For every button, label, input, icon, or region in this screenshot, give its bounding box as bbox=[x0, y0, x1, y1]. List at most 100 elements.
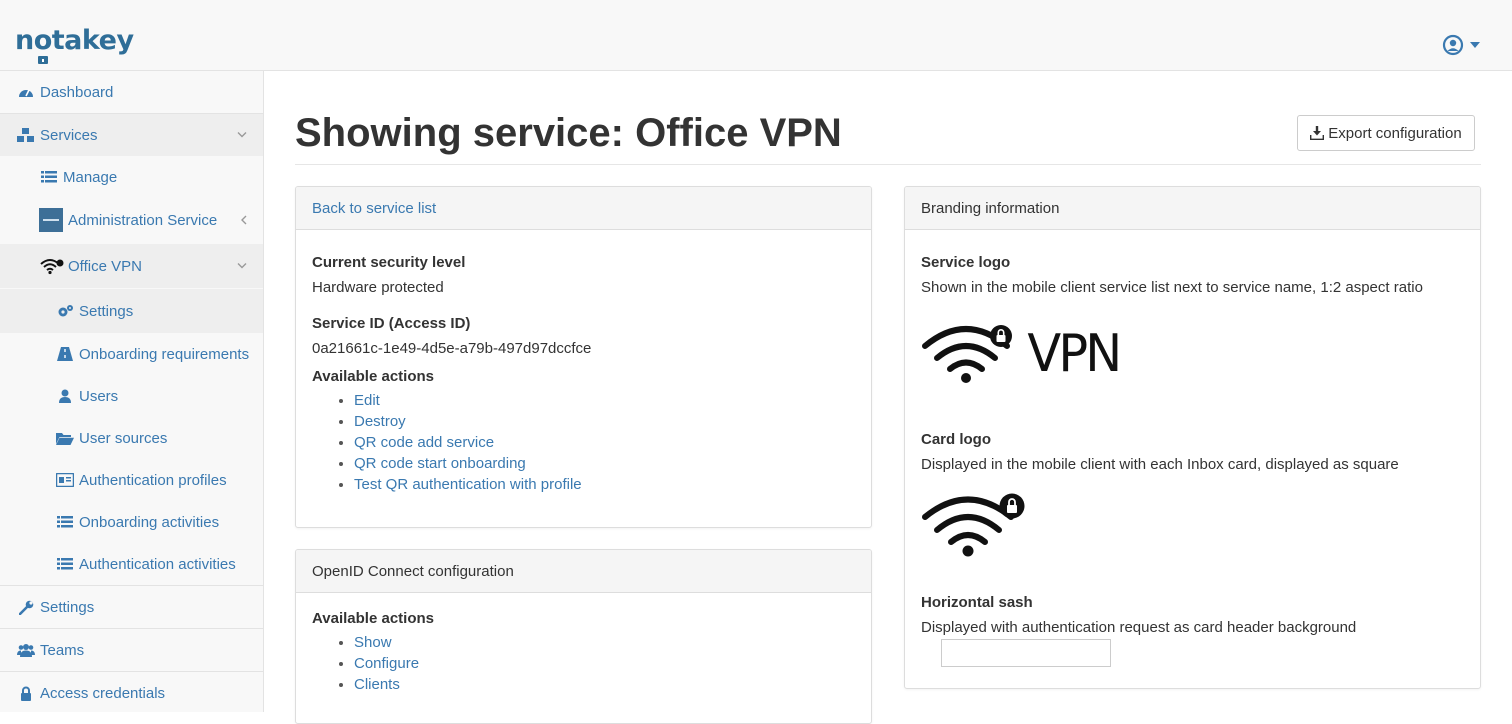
sidebar-item-office-vpn[interactable]: Office VPN bbox=[0, 244, 263, 288]
card-logo-description: Displayed in the mobile client with each… bbox=[921, 456, 1399, 473]
sidebar-label-authentication-activities: Authentication activities bbox=[79, 555, 236, 573]
sidebar-label-service-settings: Settings bbox=[79, 302, 134, 320]
admin-service-logo-icon bbox=[39, 208, 63, 232]
security-level-label: Current security level bbox=[312, 254, 466, 271]
sidebar-item-services[interactable]: Services bbox=[0, 114, 263, 156]
service-logo-description: Shown in the mobile client service list … bbox=[921, 279, 1423, 296]
sidebar-item-manage[interactable]: Manage bbox=[0, 156, 263, 198]
list-item: Show bbox=[354, 632, 855, 653]
sidebar-item-settings[interactable]: Settings bbox=[0, 586, 263, 628]
user-icon bbox=[56, 387, 74, 405]
openid-connect-panel: OpenID Connect configuration Available a… bbox=[295, 549, 872, 724]
list-item: QR code add service bbox=[354, 432, 855, 453]
configure-link[interactable]: Configure bbox=[354, 655, 419, 672]
list-icon bbox=[56, 513, 74, 531]
download-icon bbox=[1310, 126, 1325, 140]
branding-information-panel: Branding information Service logo Shown … bbox=[904, 186, 1481, 689]
chevron-left-icon bbox=[241, 215, 247, 225]
service-details-panel: Back to service list Current security le… bbox=[295, 186, 872, 528]
sidebar-item-service-settings[interactable]: Settings bbox=[0, 289, 263, 333]
available-actions-label: Available actions bbox=[312, 368, 434, 385]
dashboard-icon bbox=[17, 83, 35, 101]
sidebar-label-settings: Settings bbox=[40, 598, 95, 616]
edit-link[interactable]: Edit bbox=[354, 392, 380, 409]
user-menu[interactable] bbox=[1442, 34, 1481, 56]
horizontal-sash-description: Displayed with authentication request as… bbox=[921, 619, 1357, 636]
cubes-icon bbox=[17, 126, 35, 144]
card-logo-image bbox=[921, 492, 1464, 562]
sidebar-label-onboarding-activities: Onboarding activities bbox=[79, 513, 220, 531]
list-icon bbox=[56, 555, 74, 573]
panel-heading: Branding information bbox=[905, 187, 1480, 230]
back-to-service-list-link[interactable]: Back to service list bbox=[312, 200, 436, 217]
service-logo-image: VPN bbox=[921, 314, 1464, 394]
sidebar-label-dashboard: Dashboard bbox=[40, 83, 114, 101]
wifi-lock-icon bbox=[922, 493, 1025, 557]
sidebar-label-users: Users bbox=[79, 387, 119, 405]
list-item: Destroy bbox=[354, 411, 855, 432]
export-button-label: Export configuration bbox=[1328, 124, 1462, 142]
destroy-link[interactable]: Destroy bbox=[354, 413, 406, 430]
top-navbar: notakey bbox=[0, 0, 1512, 71]
folder-open-icon bbox=[56, 429, 74, 447]
sidebar-label-authentication-profiles: Authentication profiles bbox=[79, 471, 227, 489]
brand-name: notakey bbox=[15, 25, 134, 56]
qr-add-service-link[interactable]: QR code add service bbox=[354, 434, 494, 451]
show-link[interactable]: Show bbox=[354, 634, 392, 651]
qr-start-onboarding-link[interactable]: QR code start onboarding bbox=[354, 455, 526, 472]
page-title: Showing service: Office VPN bbox=[295, 111, 842, 155]
sidebar-item-teams[interactable]: Teams bbox=[0, 629, 263, 671]
list-item: QR code start onboarding bbox=[354, 453, 855, 474]
sidebar-item-authentication-profiles[interactable]: Authentication profiles bbox=[0, 459, 263, 501]
sidebar-label-user-sources: User sources bbox=[79, 429, 168, 447]
wrench-icon bbox=[17, 598, 35, 616]
sidebar-item-onboarding-activities[interactable]: Onboarding activities bbox=[0, 501, 263, 543]
panel-heading: OpenID Connect configuration bbox=[296, 550, 871, 593]
user-circle-icon bbox=[1442, 34, 1464, 56]
clients-link[interactable]: Clients bbox=[354, 676, 400, 693]
road-icon bbox=[56, 345, 74, 363]
lock-icon bbox=[17, 684, 35, 702]
sidebar-label-office-vpn: Office VPN bbox=[68, 257, 142, 275]
card-logo-label: Card logo bbox=[921, 431, 991, 448]
list-item: Test QR authentication with profile bbox=[354, 474, 855, 495]
service-logo-label: Service logo bbox=[921, 254, 1011, 271]
title-divider bbox=[295, 164, 1481, 165]
wifi-lock-icon bbox=[922, 325, 1012, 383]
available-actions-label: Available actions bbox=[312, 610, 434, 627]
wifi-lock-icon bbox=[39, 257, 65, 275]
chevron-down-icon bbox=[237, 263, 247, 269]
sidebar-item-dashboard[interactable]: Dashboard bbox=[0, 71, 263, 113]
service-id-value: 0a21661c-1e49-4d5e-a79b-497d97dccfce bbox=[312, 340, 592, 357]
sidebar-item-authentication-activities[interactable]: Authentication activities bbox=[0, 543, 263, 585]
sidebar-item-administration-service[interactable]: Administration Service bbox=[0, 198, 263, 242]
sidebar-item-users[interactable]: Users bbox=[0, 375, 263, 417]
sidebar-item-access-credentials[interactable]: Access credentials bbox=[0, 672, 263, 714]
horizontal-sash-label: Horizontal sash bbox=[921, 594, 1033, 611]
sidebar-label-manage: Manage bbox=[63, 168, 118, 186]
chevron-down-icon bbox=[237, 132, 247, 138]
service-actions-list: Edit Destroy QR code add service QR code… bbox=[312, 390, 855, 495]
sidebar-item-onboarding-requirements[interactable]: Onboarding requirements bbox=[0, 333, 263, 375]
caret-down-icon bbox=[1470, 42, 1480, 48]
id-card-icon bbox=[56, 471, 74, 489]
sidebar-item-user-sources[interactable]: User sources bbox=[0, 417, 263, 459]
vpn-logo-text: VPN bbox=[1027, 324, 1122, 384]
export-configuration-button[interactable]: Export configuration bbox=[1297, 115, 1475, 151]
sidebar-label-administration-service: Administration Service bbox=[68, 211, 218, 229]
notakey-logo[interactable]: notakey bbox=[15, 27, 134, 67]
test-qr-authentication-link[interactable]: Test QR authentication with profile bbox=[354, 476, 582, 493]
cogs-icon bbox=[56, 302, 74, 320]
openid-actions-list: Show Configure Clients bbox=[312, 632, 855, 695]
list-item: Edit bbox=[354, 390, 855, 411]
security-level-value: Hardware protected bbox=[312, 279, 444, 296]
sidebar-label-teams: Teams bbox=[40, 641, 85, 659]
list-item: Configure bbox=[354, 653, 855, 674]
users-icon bbox=[17, 641, 35, 659]
panel-heading: Back to service list bbox=[296, 187, 871, 230]
sidebar-label-access-credentials: Access credentials bbox=[40, 684, 166, 702]
lock-icon bbox=[38, 56, 48, 64]
sidebar-label-services: Services bbox=[40, 126, 98, 144]
service-id-label: Service ID (Access ID) bbox=[312, 315, 471, 332]
list-item: Clients bbox=[354, 674, 855, 695]
